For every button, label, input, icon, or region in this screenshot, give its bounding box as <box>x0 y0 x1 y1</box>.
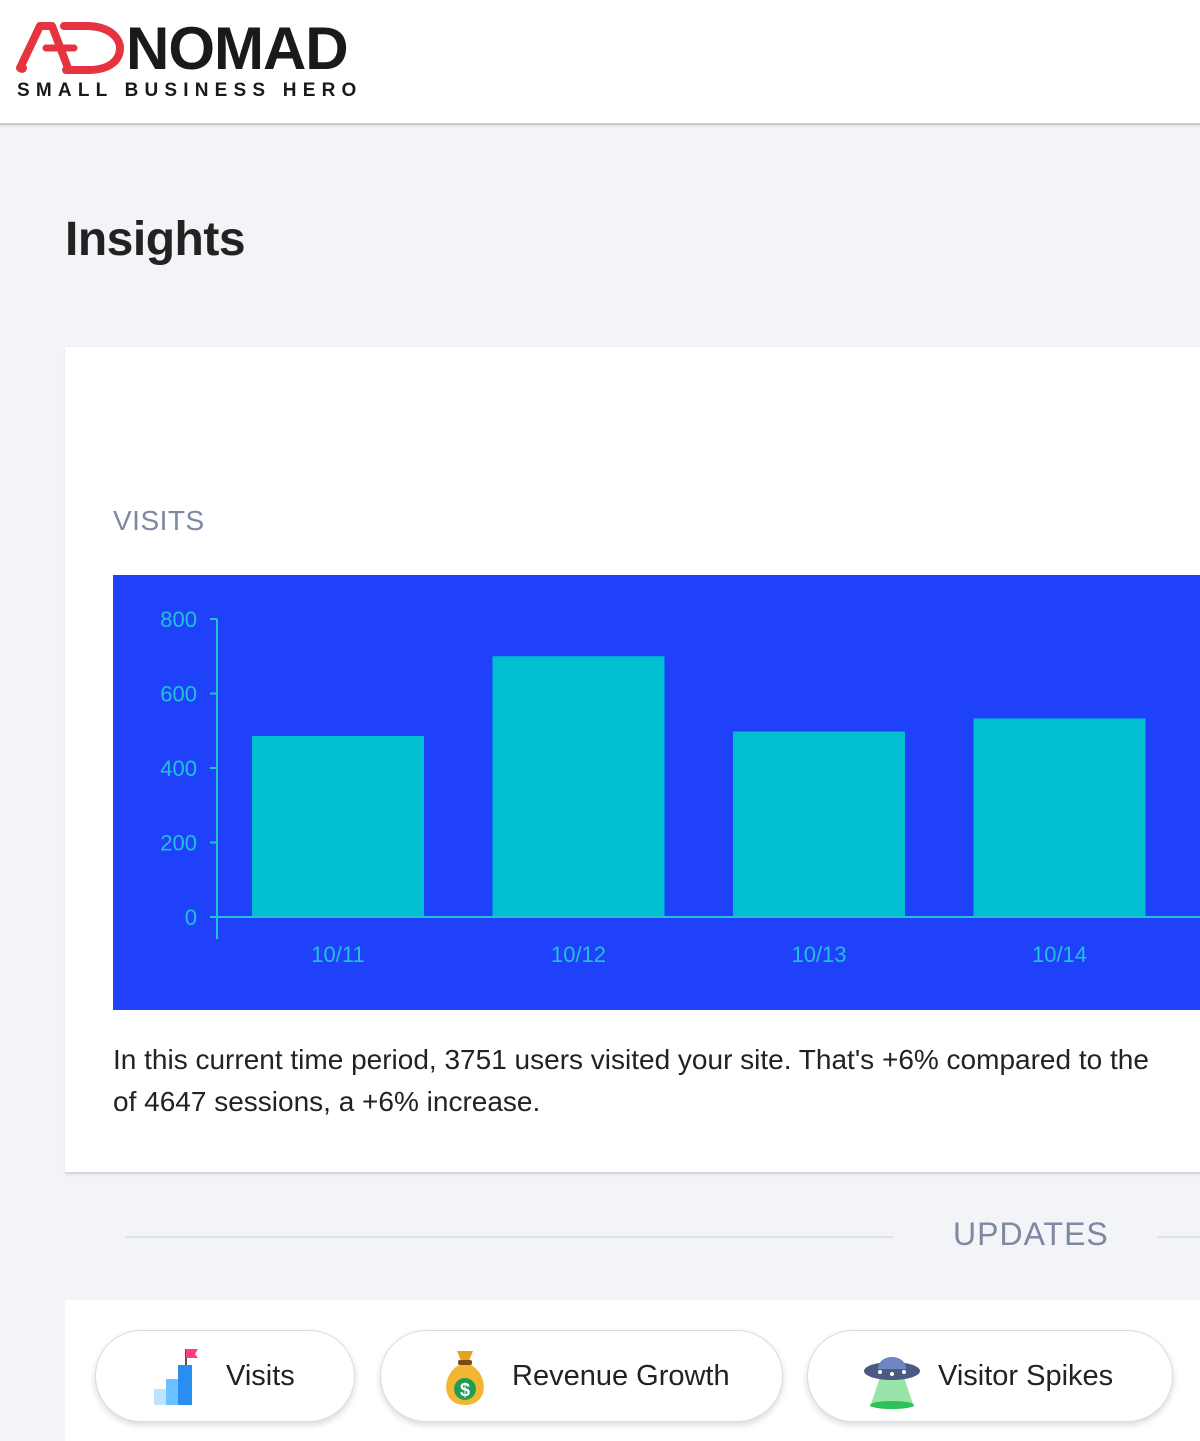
tab-visitor-spikes[interactable]: Visitor Spikes <box>807 1330 1173 1422</box>
visits-summary-line-2: of 4647 sessions, a +6% increase. <box>113 1086 541 1117</box>
tab-visits-label: Visits <box>226 1360 295 1392</box>
updates-divider: UPDATES <box>0 1200 1200 1270</box>
visits-chart-svg: 10/11 10/12 10/13 10/14 0 200 400 600 800 <box>160 607 1200 967</box>
ufo-icon <box>864 1357 920 1409</box>
bar-10-13 <box>733 731 905 917</box>
x-tick-label: 10/12 <box>551 942 606 967</box>
y-tick-label: 800 <box>160 607 197 632</box>
page-title: Insights <box>65 213 246 266</box>
y-tick-label: 400 <box>160 756 197 781</box>
visits-summary: In this current time period, 3751 users … <box>113 1039 1200 1123</box>
bar-chart-flag-icon <box>154 1349 198 1405</box>
visits-summary-line-1: In this current time period, 3751 users … <box>113 1044 1149 1075</box>
bar-10-11 <box>252 735 424 917</box>
divider-line-right <box>1157 1236 1200 1238</box>
updates-panel: Visits $ Revenue Growth Visitor Spikes <box>65 1300 1200 1441</box>
tab-revenue-growth[interactable]: $ Revenue Growth <box>380 1330 783 1422</box>
tab-visitor-spikes-label: Visitor Spikes <box>938 1360 1114 1392</box>
x-tick-label: 10/11 <box>311 942 364 967</box>
visits-bar-chart: 10/11 10/12 10/13 10/14 0 200 400 600 800 <box>113 575 1200 1010</box>
adnomad-logo[interactable]: NOMAD SMALL BUSINESS HERO <box>16 18 396 102</box>
tab-revenue-growth-label: Revenue Growth <box>512 1360 730 1392</box>
app-header: NOMAD SMALL BUSINESS HERO <box>0 0 1200 125</box>
y-tick-label: 0 <box>185 905 197 930</box>
y-tick-label: 200 <box>160 831 197 856</box>
visits-card: VISITS 10/11 10/12 10/13 10/14 0 200 400 600 800… <box>65 347 1200 1174</box>
x-tick-label: 10/14 <box>1032 942 1087 967</box>
x-tick-label: 10/13 <box>791 942 846 967</box>
logo-brand-text: NOMAD <box>126 15 349 82</box>
divider-line-left <box>125 1236 893 1238</box>
y-tick-label: 600 <box>160 682 197 707</box>
visits-section-label: VISITS <box>113 505 205 536</box>
tab-visits[interactable]: Visits <box>95 1330 355 1422</box>
logo-tagline: SMALL BUSINESS HERO <box>17 80 363 101</box>
ad-logo-mark <box>16 22 125 74</box>
bar-10-12 <box>492 656 665 917</box>
updates-heading: UPDATES <box>953 1216 1109 1252</box>
bar-10-14 <box>973 718 1146 917</box>
svg-text:$: $ <box>460 1380 470 1400</box>
money-bag-icon: $ <box>446 1351 484 1405</box>
